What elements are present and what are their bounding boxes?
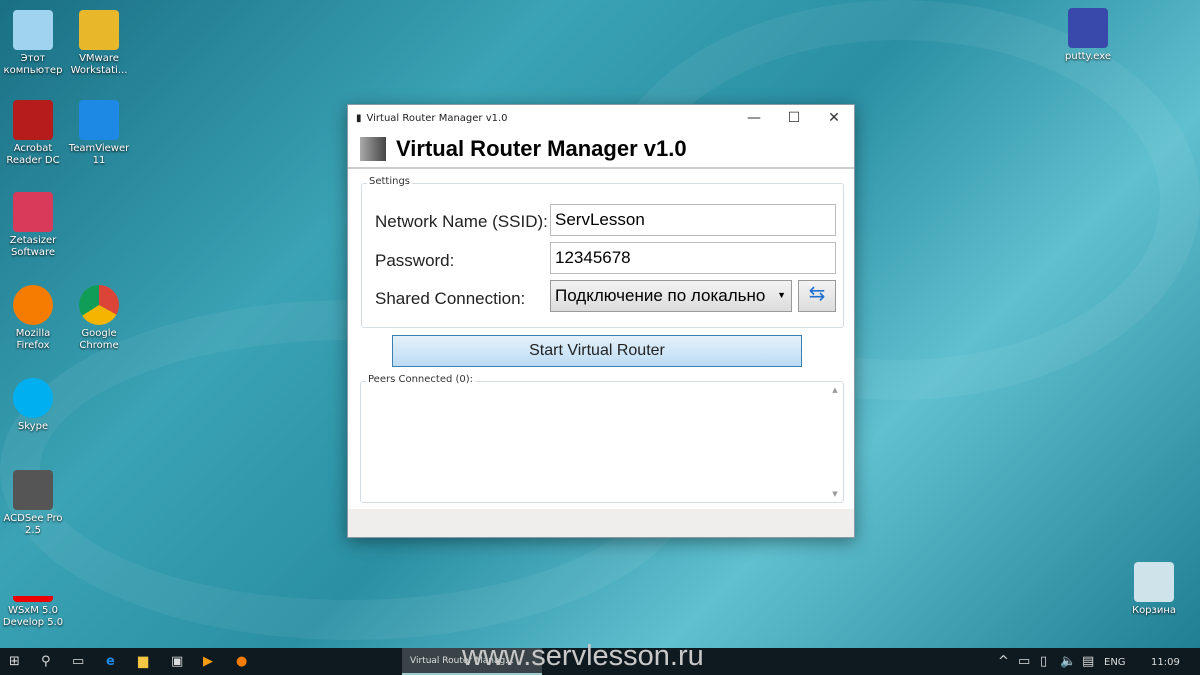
clock[interactable]: 11:09 <box>1151 657 1180 668</box>
desktop-icon-recycle-bin[interactable]: Корзина <box>1121 562 1187 617</box>
file-explorer-icon[interactable]: ▆ <box>138 654 148 669</box>
title-bar: ▮ Virtual Router Manager v1.0 — ☐ ✕ <box>348 105 854 131</box>
password-label: Password: <box>375 251 455 270</box>
desktop-icon-wsxm[interactable]: WSxM 5.0 Develop 5.0 <box>0 562 66 629</box>
icon-label: TeamViewer 11 <box>68 143 130 166</box>
maximize-button[interactable]: ☐ <box>774 110 814 126</box>
task-view-icon[interactable]: ▭ <box>72 654 84 669</box>
chevron-down-icon: ▼ <box>777 290 786 300</box>
router-icon <box>360 137 386 161</box>
start-button-label: Start Virtual Router <box>529 342 665 359</box>
network-icon[interactable]: ▯ <box>1040 654 1047 669</box>
media-player-icon[interactable]: ▶ <box>203 654 213 669</box>
computer-icon <box>13 10 53 50</box>
desktop-icon-chrome[interactable]: Google Chrome <box>66 285 132 352</box>
acdsee-icon <box>13 470 53 510</box>
icon-label: ACDSee Pro 2.5 <box>3 513 63 536</box>
icon-label: Google Chrome <box>79 328 119 351</box>
putty-icon <box>1068 8 1108 48</box>
app-header: Virtual Router Manager v1.0 <box>348 131 854 169</box>
settings-group: Settings Network Name (SSID): ServLesson… <box>361 176 844 328</box>
password-input[interactable]: 12345678 <box>550 242 836 274</box>
icon-label: Skype <box>17 421 49 432</box>
wsxm-icon <box>13 562 53 602</box>
ssid-input[interactable]: ServLesson <box>550 204 836 236</box>
skype-icon <box>13 378 53 418</box>
desktop-icon-computer[interactable]: Этот компьютер <box>0 10 66 77</box>
desktop-icon-skype[interactable]: Skype <box>0 378 66 433</box>
desktop-icon-vmware[interactable]: VMware Workstati... <box>66 10 132 77</box>
firefox-icon <box>13 285 53 325</box>
desktop-icon-firefox[interactable]: Mozilla Firefox <box>0 285 66 352</box>
virtual-router-window: ▮ Virtual Router Manager v1.0 — ☐ ✕ Virtua… <box>347 104 855 538</box>
icon-label: putty.exe <box>1065 51 1111 62</box>
peers-scrollbar[interactable]: ▲ ▼ <box>829 386 841 498</box>
store-icon[interactable]: ▣ <box>171 654 183 669</box>
watermark: www.servlesson.ru <box>462 640 704 672</box>
page-title: Virtual Router Manager v1.0 <box>396 136 687 161</box>
desktop-icon-acdsee[interactable]: ACDSee Pro 2.5 <box>0 470 66 537</box>
start-button[interactable]: ⊞ <box>9 654 20 669</box>
window-title: Virtual Router Manager v1.0 <box>366 112 508 124</box>
desktop-icon-zetasizer[interactable]: Zetasizer Software <box>0 192 66 259</box>
firefox-taskbar-icon[interactable]: ● <box>236 654 247 669</box>
chevron-up-icon[interactable]: ^ <box>998 654 1009 669</box>
battery-icon[interactable]: ▭ <box>1018 654 1030 669</box>
volume-icon[interactable]: 🔈 <box>1060 654 1076 669</box>
desktop-icon-teamviewer[interactable]: TeamViewer 11 <box>66 100 132 167</box>
notifications-icon[interactable]: ▤ <box>1082 654 1094 669</box>
minimize-button[interactable]: — <box>734 110 774 126</box>
shared-connection-select[interactable]: Подключение по локально ▼ <box>550 280 792 312</box>
language-indicator[interactable]: ENG <box>1104 657 1126 668</box>
icon-label: WSxM 5.0 Develop 5.0 <box>2 605 64 628</box>
edge-icon[interactable]: e <box>106 654 115 669</box>
refresh-icon: ⇆ <box>808 281 826 305</box>
selected-value: Подключение по локально <box>555 286 766 305</box>
desktop-icon-putty[interactable]: putty.exe <box>1055 8 1121 63</box>
zetasizer-icon <box>13 192 53 232</box>
chrome-icon <box>79 285 119 325</box>
peers-label: Peers Connected (0): <box>366 374 476 385</box>
search-icon[interactable]: ⚲ <box>41 654 51 669</box>
vmware-icon <box>79 10 119 50</box>
teamviewer-icon <box>79 100 119 140</box>
icon-label: Корзина <box>1131 605 1177 616</box>
refresh-button[interactable]: ⇆ <box>798 280 836 312</box>
app-icon: ▮ <box>356 112 362 124</box>
recycle-bin-icon <box>1134 562 1174 602</box>
peers-group: Peers Connected (0): ▲ ▼ <box>360 374 844 503</box>
close-button[interactable]: ✕ <box>814 110 854 126</box>
desktop-icon-acrobat[interactable]: Acrobat Reader DC <box>0 100 66 167</box>
settings-label: Settings <box>367 176 413 187</box>
icon-label: Mozilla Firefox <box>15 328 51 351</box>
ssid-label: Network Name (SSID): <box>375 212 548 231</box>
icon-label: Acrobat Reader DC <box>6 143 60 166</box>
icon-label: VMware Workstati... <box>70 53 128 76</box>
icon-label: Этот компьютер <box>3 53 63 76</box>
shared-connection-label: Shared Connection: <box>375 289 526 308</box>
start-virtual-router-button[interactable]: Start Virtual Router <box>392 335 802 367</box>
status-bar <box>348 509 854 537</box>
icon-label: Zetasizer Software <box>9 235 57 258</box>
taskbar: ⊞ ⚲ ▭ e ▆ ▣ ▶ ● Virtual Router Manag... … <box>0 640 1200 675</box>
acrobat-icon <box>13 100 53 140</box>
